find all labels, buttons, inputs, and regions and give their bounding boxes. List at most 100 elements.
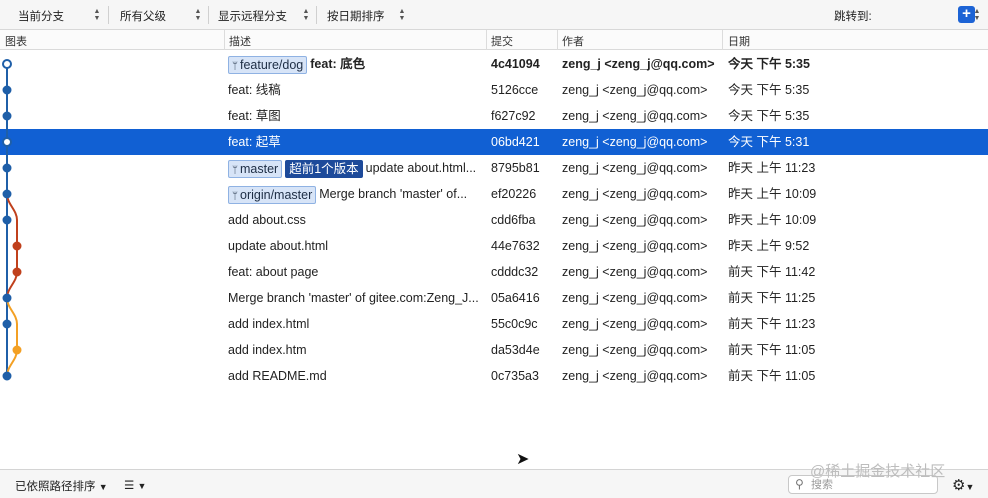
- toolbar-divider: [316, 6, 317, 24]
- commit-message: Merge branch 'master' of...: [319, 187, 468, 201]
- graph-commit-node[interactable]: [12, 267, 22, 277]
- commit-description: add README.md: [228, 363, 486, 389]
- branch-tag[interactable]: ᛘ master: [228, 159, 283, 178]
- commit-date: 前天 下午 11:23: [728, 317, 816, 331]
- updown-icon[interactable]: ▲ ▼: [301, 8, 311, 22]
- branch-filter-select[interactable]: 当前分支: [18, 8, 64, 24]
- updown-icon[interactable]: ▲ ▼: [397, 8, 407, 22]
- graph-commit-node[interactable]: [2, 137, 12, 147]
- commit-hash: 55c0c9c: [491, 317, 538, 331]
- sort-order-select[interactable]: 按日期排序: [327, 8, 385, 24]
- commit-hash: 0c735a3: [491, 369, 539, 383]
- commit-author: zeng_j <zeng_j@qq.com>: [562, 213, 708, 227]
- column-divider[interactable]: [224, 30, 225, 50]
- toolbar-divider: [108, 6, 109, 24]
- commit-description: add about.css: [228, 207, 486, 233]
- graph-commit-node[interactable]: [2, 319, 12, 329]
- commit-date: 今天 下午 5:35: [728, 83, 810, 97]
- commit-message: add about.css: [228, 213, 306, 227]
- graph-commit-node[interactable]: [12, 241, 22, 251]
- graph-commit-node[interactable]: [2, 111, 12, 121]
- toolbar-divider: [208, 6, 209, 24]
- commit-hash: 05a6416: [491, 291, 540, 305]
- commit-date: 今天 下午 5:35: [728, 109, 810, 123]
- commit-message: feat: 线稿: [228, 83, 281, 97]
- commit-message: update about.html: [228, 239, 329, 253]
- graph-commit-node[interactable]: [2, 85, 12, 95]
- commit-author: zeng_j <zeng_j@qq.com>: [562, 291, 708, 305]
- view-options-menu[interactable]: ☰ ▼: [124, 478, 146, 492]
- column-description[interactable]: 描述: [229, 33, 251, 49]
- search-icon: ⚲: [795, 477, 804, 491]
- updown-icon[interactable]: ▲ ▼: [193, 8, 203, 22]
- commit-message: update about.html...: [365, 161, 477, 175]
- commit-author: zeng_j <zeng_j@qq.com>: [562, 161, 708, 175]
- plus-icon[interactable]: +: [958, 6, 975, 23]
- parent-filter-select[interactable]: 所有父级: [120, 8, 166, 24]
- column-divider[interactable]: [722, 30, 723, 50]
- branch-tag[interactable]: ᛘ feature/dog: [228, 55, 308, 74]
- column-commit[interactable]: 提交: [491, 33, 513, 49]
- list-icon: ☰: [124, 480, 135, 492]
- commit-author: zeng_j <zeng_j@qq.com>: [562, 239, 708, 253]
- column-date[interactable]: 日期: [728, 33, 750, 49]
- commit-message: feat: 底色: [310, 57, 366, 71]
- branch-tag[interactable]: 超前1个版本: [285, 159, 363, 178]
- commit-description: feat: 草图: [228, 103, 486, 129]
- commit-author: zeng_j <zeng_j@qq.com>: [562, 317, 708, 331]
- commit-message: add README.md: [228, 369, 327, 383]
- commit-message: Merge branch 'master' of gitee.com:Zeng_…: [228, 291, 479, 305]
- commit-author: zeng_j <zeng_j@qq.com>: [562, 83, 708, 97]
- commit-description: feat: 线稿: [228, 77, 486, 103]
- branch-tag[interactable]: ᛘ origin/master: [228, 185, 317, 204]
- graph-commit-node[interactable]: [2, 189, 12, 199]
- commit-date: 今天 下午 5:35: [728, 57, 810, 71]
- graph-commit-node[interactable]: [2, 215, 12, 225]
- commit-message: feat: about page: [228, 265, 319, 279]
- commit-date: 昨天 上午 9:52: [728, 239, 810, 253]
- branch-tag-label: master: [240, 161, 279, 176]
- graph-commit-node[interactable]: [2, 163, 12, 173]
- branch-icon: ᛘ: [232, 60, 238, 72]
- commit-author: zeng_j <zeng_j@qq.com>: [562, 57, 715, 71]
- commit-hash: cdd6fba: [491, 213, 536, 227]
- commit-author: zeng_j <zeng_j@qq.com>: [562, 369, 708, 383]
- cursor-icon: ➤: [516, 451, 530, 468]
- branch-tag-label: 超前1个版本: [289, 161, 359, 176]
- commit-date: 前天 下午 11:05: [728, 343, 816, 357]
- column-divider[interactable]: [557, 30, 558, 50]
- commit-date: 前天 下午 11:25: [728, 291, 816, 305]
- chevron-down-icon: ▼: [137, 481, 147, 491]
- graph-commit-node[interactable]: [2, 59, 12, 69]
- graph-commit-node[interactable]: [2, 371, 12, 381]
- toolbar: 当前分支 ▲ ▼ 所有父级 ▲ ▼ 显示远程分支 ▲ ▼ 按日期排序 ▲ ▼ 跳转到: …: [0, 0, 988, 30]
- remote-branch-select[interactable]: 显示远程分支: [218, 8, 287, 24]
- updown-icon[interactable]: ▲ ▼: [92, 8, 102, 22]
- commit-hash: f627c92: [491, 109, 536, 123]
- sort-mode-select[interactable]: 已依照路径排序 ▼: [15, 478, 108, 494]
- column-divider[interactable]: [486, 30, 487, 50]
- commit-hash: 06bd421: [491, 135, 540, 149]
- commit-description: add index.html: [228, 311, 486, 337]
- gear-icon[interactable]: ⚙▼: [952, 476, 974, 494]
- jump-to-label: 跳转到:: [834, 11, 872, 23]
- watermark: @稀土掘金技术社区: [810, 463, 946, 480]
- column-author[interactable]: 作者: [562, 33, 584, 49]
- commit-author: zeng_j <zeng_j@qq.com>: [562, 187, 708, 201]
- branch-tag-label: origin/master: [240, 187, 313, 202]
- sort-mode-label: 已依照路径排序: [15, 481, 96, 493]
- branch-tag-label: feature/dog: [240, 57, 304, 72]
- graph-lane: [6, 297, 18, 377]
- graph-commit-node[interactable]: [12, 345, 22, 355]
- commit-author: zeng_j <zeng_j@qq.com>: [562, 109, 708, 123]
- graph-commit-node[interactable]: [2, 293, 12, 303]
- branch-icon: ᛘ: [232, 190, 238, 202]
- commit-date: 昨天 上午 10:09: [728, 213, 817, 227]
- commit-description: Merge branch 'master' of gitee.com:Zeng_…: [228, 285, 486, 311]
- branch-icon: ᛘ: [232, 164, 238, 176]
- commit-author: zeng_j <zeng_j@qq.com>: [562, 265, 708, 279]
- commit-date: 昨天 上午 11:23: [728, 161, 816, 175]
- column-graph[interactable]: 图表: [5, 33, 27, 49]
- commit-hash: 44e7632: [491, 239, 540, 253]
- commit-description: ᛘ master 超前1个版本 update about.html...: [228, 155, 486, 181]
